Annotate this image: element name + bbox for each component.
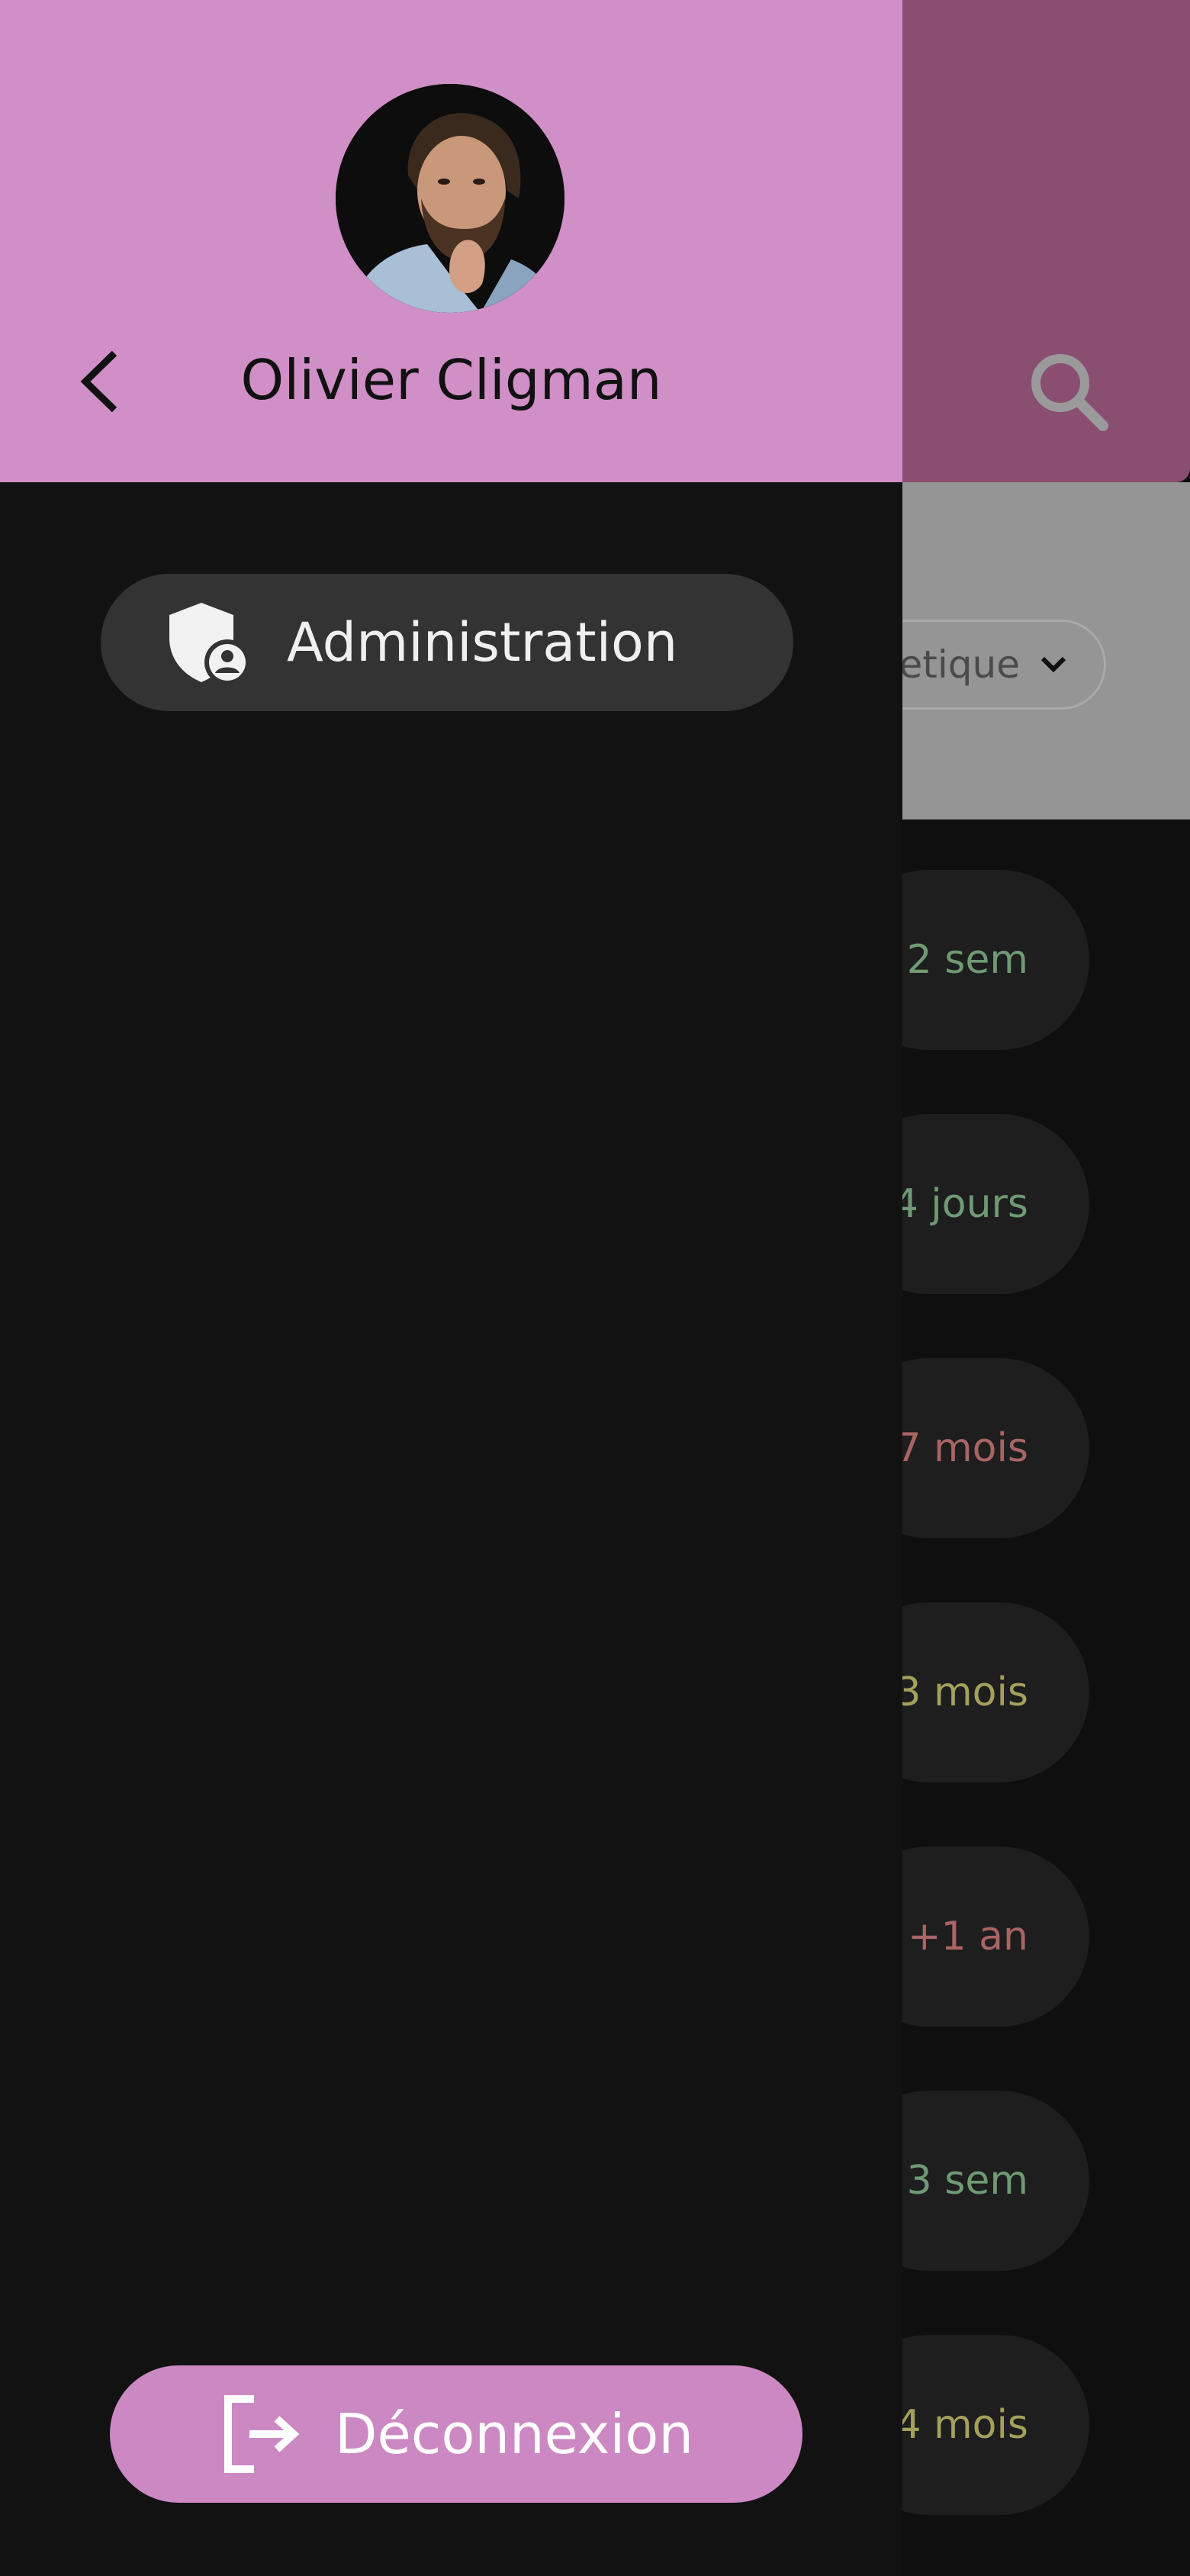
admin-shield-icon — [169, 603, 250, 685]
duration-label: 3 mois — [896, 1670, 1028, 1715]
logout-button[interactable]: Déconnexion — [110, 2365, 802, 2503]
duration-label: 4 mois — [896, 2402, 1028, 2448]
administration-button[interactable]: Administration — [101, 574, 793, 711]
drawer-header: Olivier Cligman — [0, 0, 902, 482]
logout-label: Déconnexion — [335, 2402, 693, 2466]
duration-label: 7 mois — [896, 1425, 1028, 1471]
user-name: Olivier Cligman — [240, 348, 662, 412]
duration-label: 4 jours — [892, 1181, 1028, 1227]
duration-label: 2 sem — [906, 937, 1028, 983]
duration-label: +1 an — [907, 1914, 1028, 1959]
chevron-down-icon — [1040, 656, 1066, 673]
administration-label: Administration — [287, 611, 678, 674]
duration-label: 3 sem — [906, 2158, 1028, 2204]
sort-label: etique — [899, 642, 1020, 687]
avatar — [336, 84, 564, 313]
search-icon[interactable] — [1022, 345, 1114, 436]
navigation-drawer: Olivier Cligman Administration Déconnexi… — [0, 0, 902, 2576]
logout-icon — [224, 2395, 300, 2473]
